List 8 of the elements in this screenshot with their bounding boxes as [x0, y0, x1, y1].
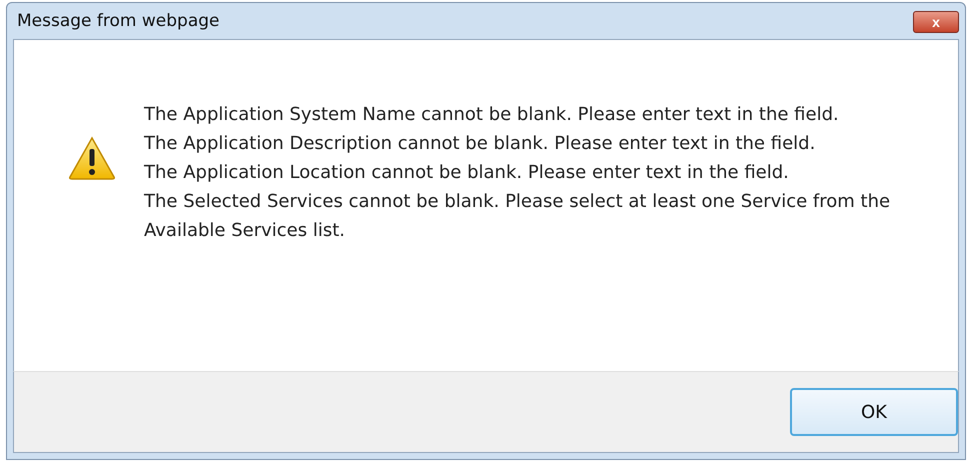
error-message: The Application System Name cannot be blank. Please enter text in the field. — [144, 103, 840, 127]
warning-icon — [68, 136, 116, 180]
error-message: The Selected Services cannot be blank. Please select at least one Service from the Available Services list. — [144, 190, 892, 243]
ok-button[interactable]: OK — [790, 388, 958, 436]
window-title: Message from webpage — [16, 11, 220, 31]
close-button[interactable]: x — [913, 11, 959, 33]
error-message: The Application Location cannot be blank. Please enter text in the field. — [144, 161, 790, 185]
error-message: The Application Description cannot be blank. Please enter text in the field. — [144, 132, 816, 156]
